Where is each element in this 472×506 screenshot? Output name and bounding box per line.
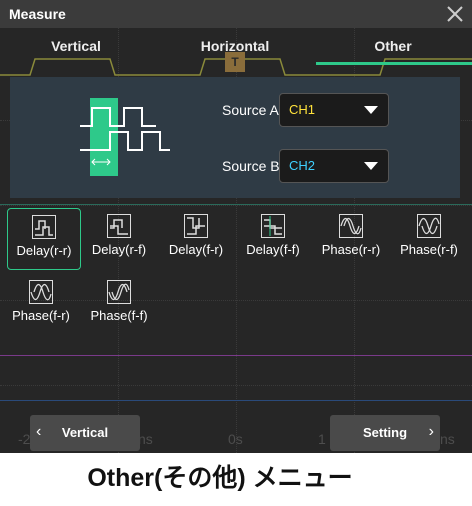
active-tab-indicator xyxy=(316,62,472,65)
caption: Other(その他) メニュー xyxy=(87,464,353,492)
axis-label: -2 xyxy=(18,431,31,447)
tab-other[interactable]: Other xyxy=(360,38,426,54)
source-panel xyxy=(10,77,460,198)
measure-phase-rr[interactable]: Phase(r-r) xyxy=(315,208,387,268)
phase-rise-fall-icon xyxy=(417,214,441,238)
delay-fall-rise-icon xyxy=(184,214,208,238)
chevron-down-icon xyxy=(364,162,378,170)
vertical-nav-label: Vertical xyxy=(61,425,109,440)
window-title: Measure xyxy=(9,6,66,22)
measure-delay-fr[interactable]: Delay(f-r) xyxy=(160,208,232,268)
source-a-value: CH1 xyxy=(289,102,316,117)
axis-label: 0s xyxy=(228,431,243,447)
source-b-select[interactable]: CH2 xyxy=(279,149,389,183)
source-b-value: CH2 xyxy=(289,158,316,173)
ch3-trace xyxy=(0,355,472,356)
title-bar: Measure xyxy=(0,0,472,28)
source-a-select[interactable]: CH1 xyxy=(279,93,389,127)
measure-delay-rr[interactable]: Delay(r-r) xyxy=(7,208,81,270)
oscilloscope-screen: Measure Vertical Horizontal Other T Sour… xyxy=(0,0,472,453)
axis-label: ns xyxy=(440,431,455,447)
trigger-marker: T xyxy=(225,52,245,72)
phase-rise-rise-icon xyxy=(339,214,363,238)
measure-phase-rf[interactable]: Phase(r-f) xyxy=(393,208,465,268)
trace-line xyxy=(0,204,472,205)
delay-rise-fall-icon xyxy=(107,214,131,238)
close-icon[interactable] xyxy=(444,3,466,25)
tab-vertical[interactable]: Vertical xyxy=(40,38,112,54)
setting-label: Setting xyxy=(362,425,408,440)
measure-label: Phase(r-f) xyxy=(400,242,458,257)
axis-label: 1 xyxy=(318,431,326,447)
source-a-label: Source A xyxy=(222,102,279,118)
delay-fall-fall-icon xyxy=(261,214,285,238)
source-b-label: Source B xyxy=(222,158,280,174)
measure-phase-fr[interactable]: Phase(f-r) xyxy=(5,274,77,334)
axis-label: ns xyxy=(138,431,153,447)
measure-delay-ff[interactable]: Delay(f-f) xyxy=(237,208,309,268)
chevron-right-icon: › xyxy=(428,423,434,440)
delay-rise-rise-icon xyxy=(32,215,56,239)
measure-label: Phase(f-f) xyxy=(90,308,148,323)
delay-diagram-icon xyxy=(80,98,170,176)
measure-phase-ff[interactable]: Phase(f-f) xyxy=(83,274,155,334)
vertical-nav-button[interactable]: ‹ Vertical xyxy=(30,415,140,451)
phase-fall-rise-icon xyxy=(29,280,53,304)
measure-delay-rf[interactable]: Delay(r-f) xyxy=(83,208,155,268)
phase-fall-fall-icon xyxy=(107,280,131,304)
ch4-trace xyxy=(0,400,472,401)
setting-button[interactable]: Setting › xyxy=(330,415,440,451)
chevron-down-icon xyxy=(364,106,378,114)
